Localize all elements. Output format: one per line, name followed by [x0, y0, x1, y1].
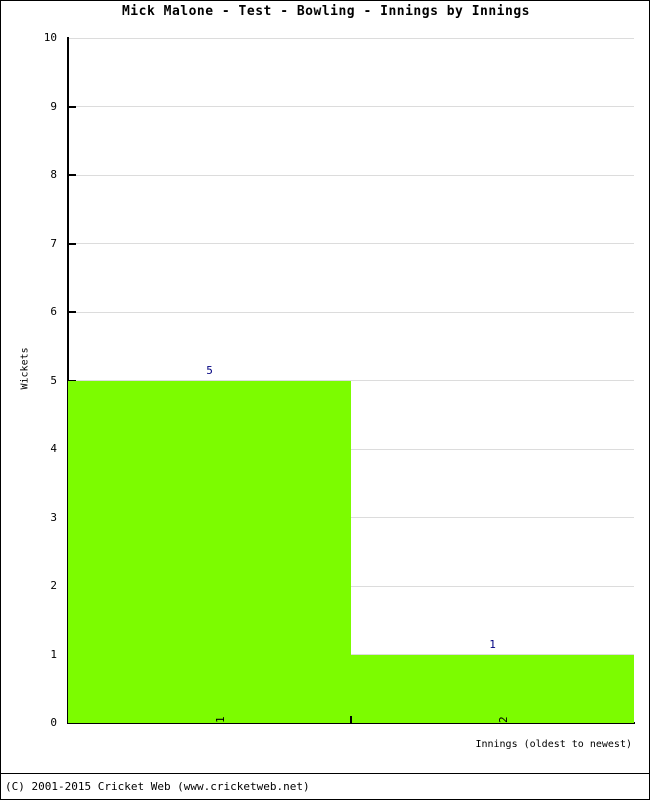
- gridline: [68, 37, 634, 39]
- bar-value-label: 5: [206, 363, 213, 377]
- bar-value-label: 1: [489, 637, 496, 651]
- gridline: [68, 311, 634, 313]
- bowling-innings-chart: Mick Malone - Test - Bowling - Innings b…: [0, 0, 650, 800]
- y-axis-tick-label: 1: [50, 647, 57, 661]
- y-axis-title: Wickets: [19, 346, 31, 389]
- y-axis-tick-label: 0: [50, 716, 57, 729]
- x-axis-title: Innings (oldest to newest): [475, 739, 632, 750]
- bar[interactable]: [68, 380, 351, 723]
- y-axis-tick-label: 2: [50, 579, 57, 592]
- x-axis-tick-label: 2: [496, 716, 510, 723]
- y-axis-tick-label: 8: [50, 168, 57, 181]
- y-axis-tick: [69, 242, 76, 245]
- y-axis-tick: [69, 105, 76, 108]
- chart-title: Mick Malone - Test - Bowling - Innings b…: [121, 4, 530, 19]
- y-axis-tick-label: 9: [50, 99, 57, 113]
- y-axis-tick-label: 6: [50, 305, 57, 318]
- gridline: [68, 174, 634, 176]
- x-axis-tick: [350, 716, 352, 723]
- y-axis-tick: [69, 174, 76, 176]
- y-axis-tick: [69, 311, 76, 313]
- x-axis-tick-label: 1: [213, 716, 227, 723]
- y-axis-tick-label: 7: [50, 236, 57, 250]
- footer-divider: [1, 773, 649, 774]
- y-axis-tick-label: 10: [43, 31, 57, 44]
- gridline: [68, 106, 634, 107]
- y-axis-tick-label: 3: [50, 510, 57, 524]
- gridline: [68, 243, 634, 244]
- bar[interactable]: [351, 654, 634, 723]
- y-axis-tick-label: 4: [50, 442, 57, 455]
- footer-copyright: (C) 2001-2015 Cricket Web (www.cricketwe…: [5, 780, 310, 793]
